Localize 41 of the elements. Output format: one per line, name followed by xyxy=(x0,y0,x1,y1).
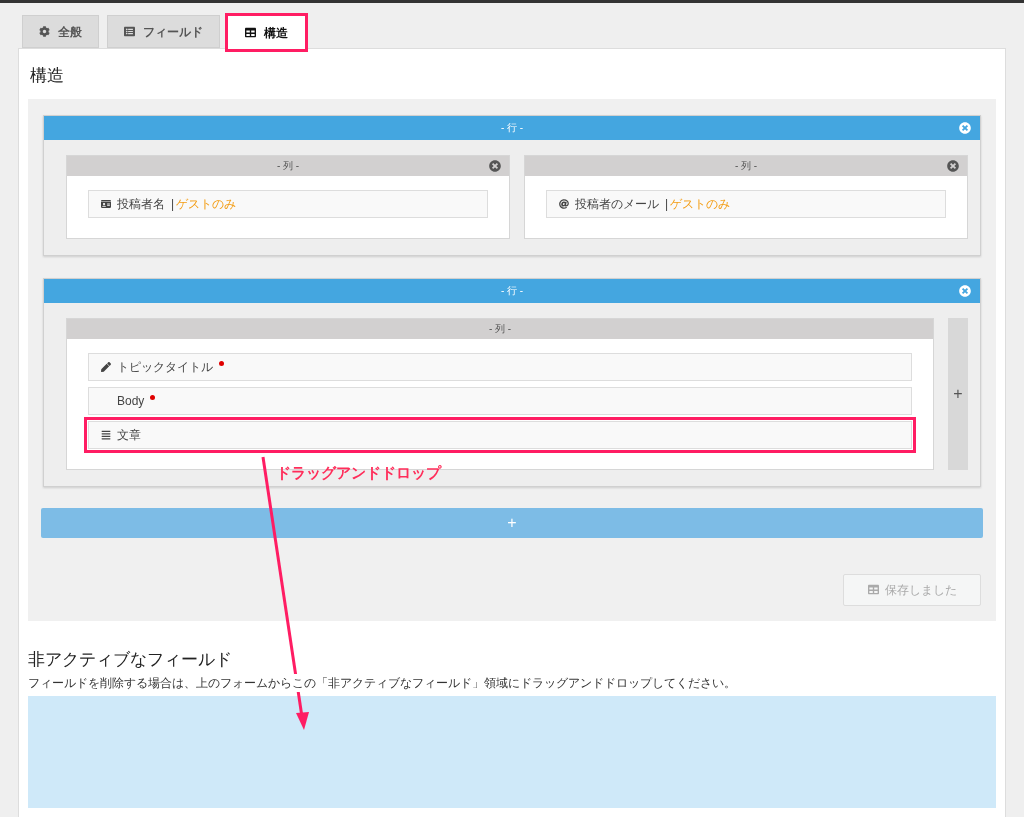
tab[interactable]: フィールド xyxy=(107,15,220,48)
separator: | xyxy=(665,195,669,213)
separator: | xyxy=(171,195,175,213)
add-column-button[interactable]: + xyxy=(948,317,968,470)
table-icon xyxy=(867,584,879,595)
tab[interactable]: 全般 xyxy=(22,15,99,48)
field-label: Body xyxy=(117,392,145,410)
table-icon xyxy=(245,27,256,38)
section-title: 非アクティブなフィールド xyxy=(28,648,233,671)
column-header[interactable]: - 列 - xyxy=(525,155,967,176)
annotation-label: ドラッグアンドドロップ xyxy=(276,463,441,483)
guest-only-note: ゲストのみ xyxy=(670,195,731,213)
field-label: 文章 xyxy=(117,426,141,444)
close-icon[interactable] xyxy=(489,159,501,172)
field-label: 投稿者名 xyxy=(117,195,165,213)
field-item[interactable]: 投稿者のメール | ゲストのみ xyxy=(546,189,946,218)
field-item[interactable]: トピックタイトル xyxy=(88,352,912,381)
list-icon xyxy=(124,26,135,37)
save-button: 保存しました xyxy=(843,573,981,606)
close-icon[interactable] xyxy=(959,121,971,134)
lines-icon xyxy=(101,429,111,440)
field-item[interactable]: Body xyxy=(88,386,912,415)
field-label: トピックタイトル xyxy=(117,358,213,376)
column-header[interactable]: - 列 - xyxy=(67,155,509,176)
field-label: 投稿者のメール xyxy=(575,195,659,213)
row-label: - 行 - xyxy=(500,121,524,135)
pencil-icon xyxy=(101,361,111,372)
section-title: 構造 xyxy=(29,65,65,87)
column-label: - 列 - xyxy=(276,159,300,173)
column-label: - 列 - xyxy=(734,159,758,173)
close-icon[interactable] xyxy=(959,284,971,297)
id-card-icon xyxy=(101,198,111,209)
column-label: - 列 - xyxy=(488,322,512,336)
at-sign-icon xyxy=(559,198,569,209)
close-icon[interactable] xyxy=(947,159,959,172)
column-header[interactable]: - 列 - xyxy=(67,318,933,339)
guest-only-note: ゲストのみ xyxy=(176,195,237,213)
gear-icon xyxy=(39,26,50,37)
field-item[interactable]: 投稿者名 | ゲストのみ xyxy=(88,189,488,218)
row-label: - 行 - xyxy=(500,284,524,298)
tab[interactable]: 構造 xyxy=(228,16,305,49)
